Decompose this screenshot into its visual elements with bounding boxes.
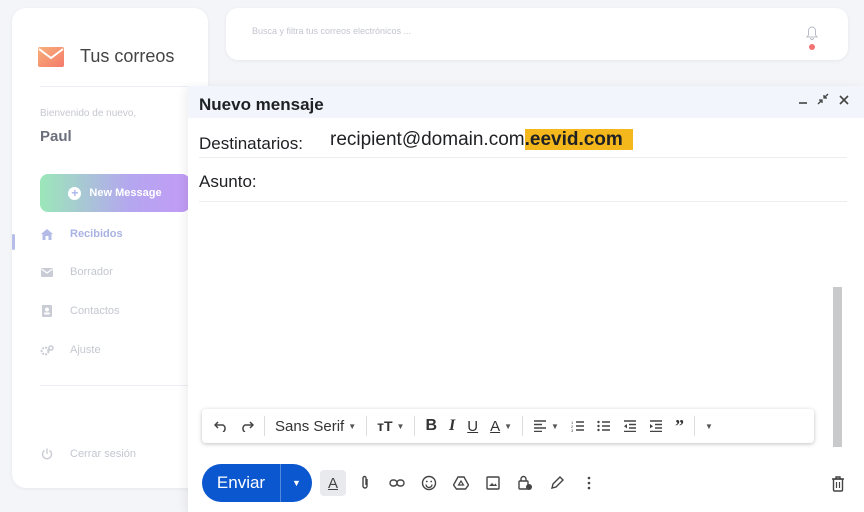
font-family-label: Sans Serif [275,417,345,435]
attach-file-icon[interactable] [352,470,378,496]
chevron-down-icon: ▼ [396,421,405,431]
recipients-field[interactable]: Destinatarios: recipient@domain.com.eevi… [199,124,847,158]
font-size-button[interactable]: ᴛT ▼ [371,414,410,438]
new-message-button[interactable]: + New Message [40,174,190,212]
gears-icon [40,344,54,356]
confidential-mode-icon[interactable] [512,470,538,496]
svg-text:3: 3 [571,428,574,432]
redo-icon[interactable] [234,414,260,438]
toolbar-divider [414,416,416,436]
app-title: Tus correos [80,46,175,66]
window-controls [798,92,850,109]
app-logo: Tus correos [38,46,174,67]
bold-icon[interactable]: B [419,414,443,438]
expand-icon[interactable] [817,92,829,109]
italic-icon[interactable]: I [443,414,461,438]
drive-icon[interactable] [448,470,474,496]
sidebar-item-ajuste[interactable]: Ajuste [40,344,101,356]
active-indicator [12,234,15,250]
user-name: Paul [40,128,72,145]
chevron-down-icon: ▼ [348,421,357,431]
divider [40,86,188,87]
more-options-icon[interactable] [576,470,602,496]
send-options-chevron-icon[interactable]: ▼ [281,478,312,488]
notification-dot [809,44,815,50]
sidebar-item-label: Contactos [70,305,120,317]
home-icon [40,228,54,240]
close-icon[interactable] [838,92,850,109]
search-bar [226,8,848,60]
sidebar-item-borrador[interactable]: Borrador [40,266,113,278]
underline-icon[interactable]: U [461,414,484,438]
compose-header: Nuevo mensaje [188,86,864,118]
subject-label: Asunto: [199,172,257,191]
indent-icon[interactable] [643,414,669,438]
contact-card-icon [40,305,54,317]
welcome-text: Bienvenido de nuevo, [40,108,137,119]
compose-title: Nuevo mensaje [199,95,324,114]
envelope-logo-icon [38,46,64,67]
logout-button[interactable]: Cerrar sesión [40,448,136,460]
power-icon [40,448,54,460]
logout-label: Cerrar sesión [70,448,137,460]
sidebar: Tus correos Bienvenido de nuevo, Paul + … [12,8,208,488]
toolbar-divider [366,416,368,436]
text-size-icon: ᴛT [377,418,393,434]
text-color-button[interactable]: A ▼ [484,414,518,438]
toolbar-divider [693,416,695,436]
sidebar-item-label: Recibidos [70,228,123,240]
outdent-icon[interactable] [617,414,643,438]
sidebar-item-label: Ajuste [70,344,101,356]
chevron-down-icon: ▼ [551,421,559,431]
undo-icon[interactable] [208,414,234,438]
discard-draft-icon[interactable] [828,472,848,496]
numbered-list-icon[interactable]: 123 [565,414,591,438]
highlighted-domain: .eevid.com [524,129,633,150]
formatting-options-icon[interactable]: A [320,470,346,496]
plus-icon: + [68,186,82,200]
scrollbar[interactable] [833,287,842,447]
quote-icon[interactable]: ” [669,414,690,438]
chevron-down-icon: ▼ [504,421,513,431]
envelope-icon [40,266,54,278]
notification-bell-icon[interactable] [806,26,818,50]
toolbar-divider [522,416,524,436]
bulleted-list-icon[interactable] [591,414,617,438]
text-color-icon: A [490,417,501,435]
minimize-icon[interactable] [798,92,808,109]
insert-photo-icon[interactable] [480,470,506,496]
font-family-select[interactable]: Sans Serif ▼ [269,414,362,438]
emoji-icon[interactable] [416,470,442,496]
sidebar-item-contactos[interactable]: Contactos [40,305,120,317]
toolbar-divider [264,416,265,436]
divider [40,385,188,386]
send-label: Enviar [216,473,266,492]
bottom-toolbar: A [320,470,602,496]
signature-pen-icon[interactable] [544,470,570,496]
align-button[interactable]: ▼ [527,414,565,438]
recipients-value[interactable]: recipient@domain.com.eevid.com [330,129,633,151]
sidebar-item-label: Borrador [70,266,113,278]
chevron-down-icon: ▼ [704,421,713,431]
compose-window: Nuevo mensaje Destinatarios: recipient@d… [188,86,864,512]
recipient-address: recipient@domain.com [330,129,525,150]
send-button[interactable]: Enviar ▼ [202,464,312,502]
formatting-toolbar: Sans Serif ▼ ᴛT ▼ B I U A ▼ ▼ 123 ” ▼ [202,409,814,443]
sidebar-item-recibidos[interactable]: Recibidos [40,228,123,240]
insert-link-icon[interactable] [384,470,410,496]
search-input[interactable] [252,26,772,36]
align-left-icon [534,420,547,432]
recipients-label: Destinatarios: [199,134,303,153]
new-message-label: New Message [89,187,162,199]
subject-field[interactable]: Asunto: [199,168,847,202]
more-formatting-button[interactable]: ▼ [699,414,719,438]
